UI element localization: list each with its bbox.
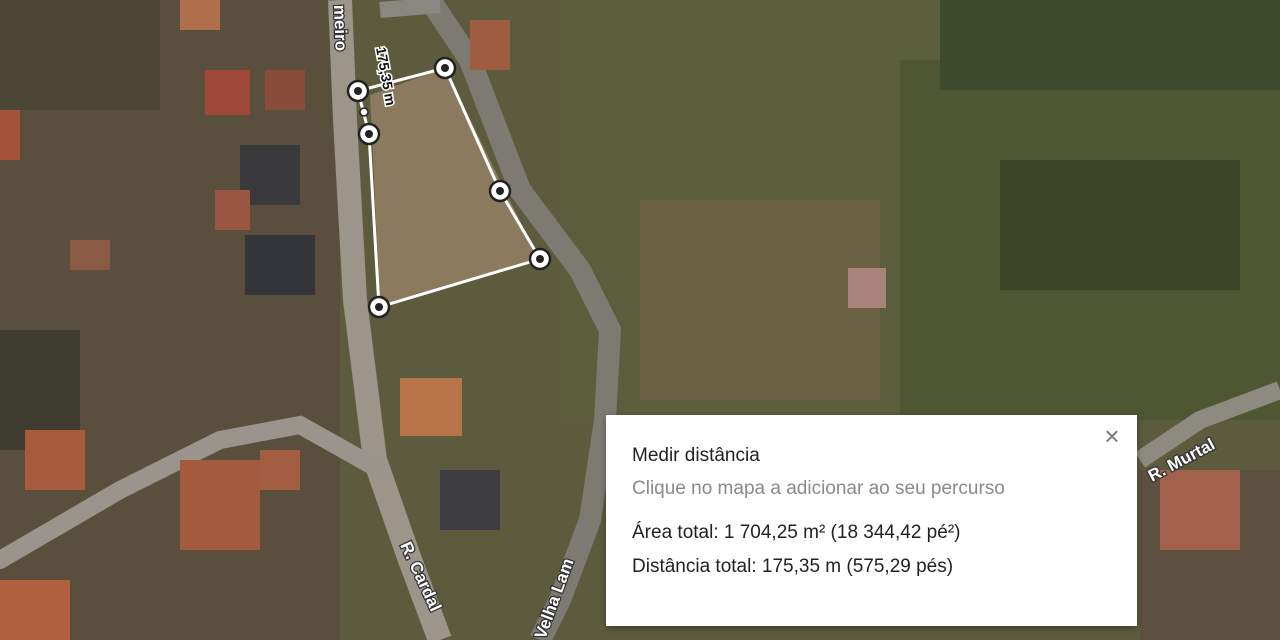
total-distance: Distância total: 175,35 m (575,29 pés) (632, 556, 954, 577)
measure-distance-panel: × Medir distância Clique no mapa a adici… (606, 415, 1137, 626)
panel-hint: Clique no mapa a adicionar ao seu percur… (632, 478, 1005, 499)
close-icon[interactable]: × (1101, 423, 1123, 449)
panel-title: Medir distância (632, 445, 760, 466)
road-label-meiro: meiro (330, 4, 351, 51)
total-area: Área total: 1 704,25 m² (18 344,42 pé²) (632, 522, 961, 543)
